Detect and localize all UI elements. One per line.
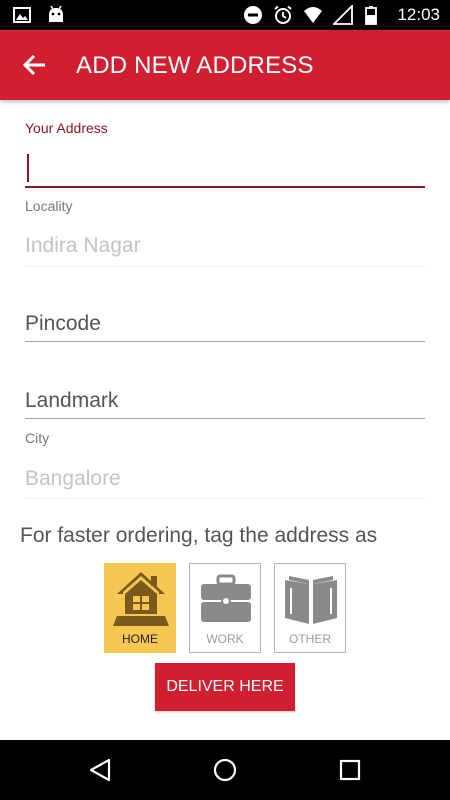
address-input[interactable] — [25, 152, 425, 184]
arrow-back-icon[interactable] — [18, 48, 52, 82]
landmark-input[interactable] — [25, 386, 425, 416]
locality-value: Indira Nagar — [25, 234, 141, 257]
city-value: Bangalore — [25, 467, 121, 490]
back-triangle-icon[interactable] — [87, 757, 113, 783]
tag-work-button[interactable]: WORK — [189, 563, 261, 653]
tag-home-button[interactable]: HOME — [104, 563, 176, 653]
pincode-input[interactable] — [25, 309, 425, 339]
locality-label: Locality — [25, 198, 73, 214]
locality-underline — [25, 266, 425, 267]
recents-square-icon[interactable] — [337, 757, 363, 783]
pincode-underline — [25, 341, 425, 342]
battery-icon — [365, 6, 378, 25]
android-icon — [49, 5, 63, 22]
landmark-underline — [25, 418, 425, 419]
text-cursor — [27, 154, 29, 182]
tag-other-button[interactable]: OTHER — [274, 563, 346, 653]
briefcase-icon — [201, 574, 251, 622]
tag-work-label: WORK — [206, 632, 244, 646]
home-icon — [113, 572, 169, 626]
clock-time: 12:03 — [397, 5, 440, 24]
image-icon — [13, 7, 31, 23]
book-icon — [285, 576, 337, 624]
address-label: Your Address — [25, 120, 108, 136]
signal-icon — [333, 5, 354, 25]
page-title: ADD NEW ADDRESS — [76, 52, 314, 79]
tag-other-label: OTHER — [289, 632, 331, 646]
alarm-icon — [274, 5, 293, 24]
app-bar: ADD NEW ADDRESS — [0, 30, 450, 100]
wifi-icon — [304, 7, 323, 23]
city-underline — [25, 498, 425, 499]
deliver-here-button[interactable]: DELIVER HERE — [155, 663, 295, 711]
city-label: City — [25, 430, 50, 446]
do-not-disturb-icon — [244, 6, 263, 24]
home-circle-icon[interactable] — [212, 757, 238, 783]
tag-home-label: HOME — [122, 632, 158, 646]
tag-prompt: For faster ordering, tag the address as — [20, 524, 378, 547]
address-underline — [25, 186, 425, 188]
status-bar: 12:03 — [0, 0, 450, 30]
navigation-bar — [0, 740, 450, 800]
